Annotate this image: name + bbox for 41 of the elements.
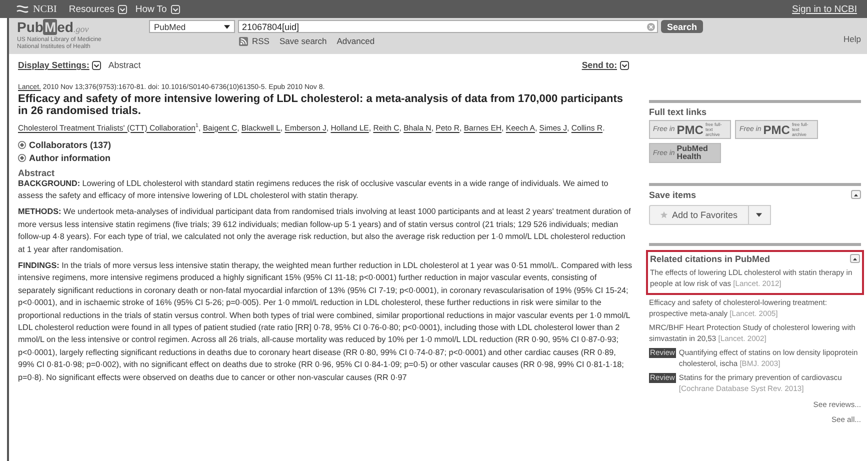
- abstract-heading: Abstract: [18, 168, 56, 178]
- chevron-down-icon[interactable]: [620, 60, 629, 70]
- affiliation-mark: 1: [195, 123, 198, 129]
- section-heading: Full text links: [649, 107, 708, 117]
- search-link[interactable]: RSS: [252, 36, 270, 46]
- send-to-link[interactable]: Send to:: [582, 60, 617, 70]
- section-heading: Save items: [649, 190, 696, 200]
- pubmed-logo[interactable]: PubMed.gov: [17, 20, 89, 37]
- database-select[interactable]: PubMed: [149, 20, 235, 33]
- star-icon: [660, 211, 668, 219]
- caret-icon: [224, 24, 230, 28]
- help-link[interactable]: Help: [844, 34, 861, 44]
- section-toggle[interactable]: Author information: [29, 152, 110, 163]
- triangle-up-icon: [852, 256, 858, 260]
- search-link[interactable]: Advanced: [336, 36, 375, 46]
- sign-in-link[interactable]: Sign in to NCBI: [792, 4, 857, 14]
- menu-item[interactable]: Resources: [68, 4, 114, 14]
- plus-icon[interactable]: [18, 154, 26, 162]
- display-settings-link[interactable]: Display Settings:: [18, 60, 90, 70]
- collapse-button[interactable]: [851, 190, 861, 199]
- format-label: Abstract: [108, 60, 141, 70]
- add-to-favorites-button[interactable]: Add to Favorites: [649, 205, 749, 225]
- ncbi-logo[interactable]: NCBI: [33, 4, 57, 14]
- abstract-paragraph: BACKGROUND: Lowering of LDL cholesterol with standard statin regimens reduces the risk of occlusive vascular events in a wide range of individuals. We aimed to assess the safety and efficacy of more intensive lowering of LDL cholesterol with statin therapy.: [18, 178, 610, 202]
- chevron-down-icon[interactable]: [92, 60, 102, 70]
- plus-icon[interactable]: [18, 140, 26, 149]
- search-link[interactable]: Save search: [279, 36, 327, 46]
- dropdown-button[interactable]: [748, 205, 771, 225]
- caret-icon: [756, 213, 762, 217]
- search-field[interactable]: 21067804[uid]: [238, 20, 658, 33]
- section-heading: Related citations in PubMed: [650, 254, 770, 264]
- menu-item[interactable]: How To: [135, 4, 167, 14]
- triangle-up-icon: [853, 192, 859, 196]
- helix-icon: [16, 4, 29, 14]
- collapse-button[interactable]: [850, 254, 860, 263]
- abstract-paragraph: FINDINGS: In the trials of more versus less intensive statin therapy, the weighted mean further reduction in LDL cholesterol at 1 year was 0·51 mmol/L. Compared with less intensive regimens, more intensive regimens produced a highly significant 15% (95% CI 11-18; p<0·0001) further reduction in major vascular events, consisting of separately significant reductions in coronary death or non-fatal myocardial infarction of 13% (95% CI 7-19; p<0·0001), in coronary revascularisation of 19% (95% CI 15-24; p<0·0001), and in ischaemic stroke of 16% (95% CI 5-26; p=0·005). Per 1·0 mmol/L reduction in LDL cholesterol, these further reductions in risk were similar to the proportional reductions in the trials of statin versus control. When both types of trial were combined, similar proportional reductions in major vascular events per 1·0 mmol/L LDL cholesterol reduction were found in all types of patient studied (rate ratio [RR] 0·78, 95% CI 0·76-0·80; p<0·0001), including those with LDL cholesterol lower than 2 mmol/L on the less intensive or control regimen. Across all 26 trials, all-cause mortality was reduced by 10% per 1·0 mmol/L LDL reduction (RR 0·90, 95% CI 0·87-0·93; p<0·0001), largely reflecting significant reductions in deaths due to coronary heart disease (RR 0·80, 99% CI 0·74-0·87; p<0·0001) and other cardiac causes (RR 0·89, 99% CI 0·81-0·98; p=0·002), with no significant effect on deaths due to stroke (RR 0·96, 95% CI 0·84-1·09; p=0·5) or other vascular causes (RR 0·98, 99% CI 0·81-1·18; p=0·8). No significant effects were observed on deaths due to cancer or other non-vascular causes (RR 0·97: [18, 260, 633, 384]
- section-toggle[interactable]: Collaborators (137): [29, 140, 112, 150]
- article-title: Efficacy and safety of more intensive lowering of LDL cholesterol: a meta-analysis of data from 170,000 participants in 26 randomised trials.: [18, 93, 624, 117]
- rss-icon[interactable]: [239, 36, 248, 46]
- search-button[interactable]: Search: [661, 20, 704, 33]
- abstract-paragraph: METHODS: We undertook meta-analyses of individual participant data from randomised trials involving at least 1000 participants and at least 2 years' treatment duration of more versus less intensive statin regimens (five trials; 39 612 individuals; median follow-up 5·1 years) and of statin versus control (21 trials; 129 526 individuals; median follow-up 4·8 years). For each type of trial, we calculated not only the average risk reduction, but also the average risk reduction per 1·0 mmol/L LDL cholesterol reduction at 1 year after randomisation.: [18, 206, 632, 256]
